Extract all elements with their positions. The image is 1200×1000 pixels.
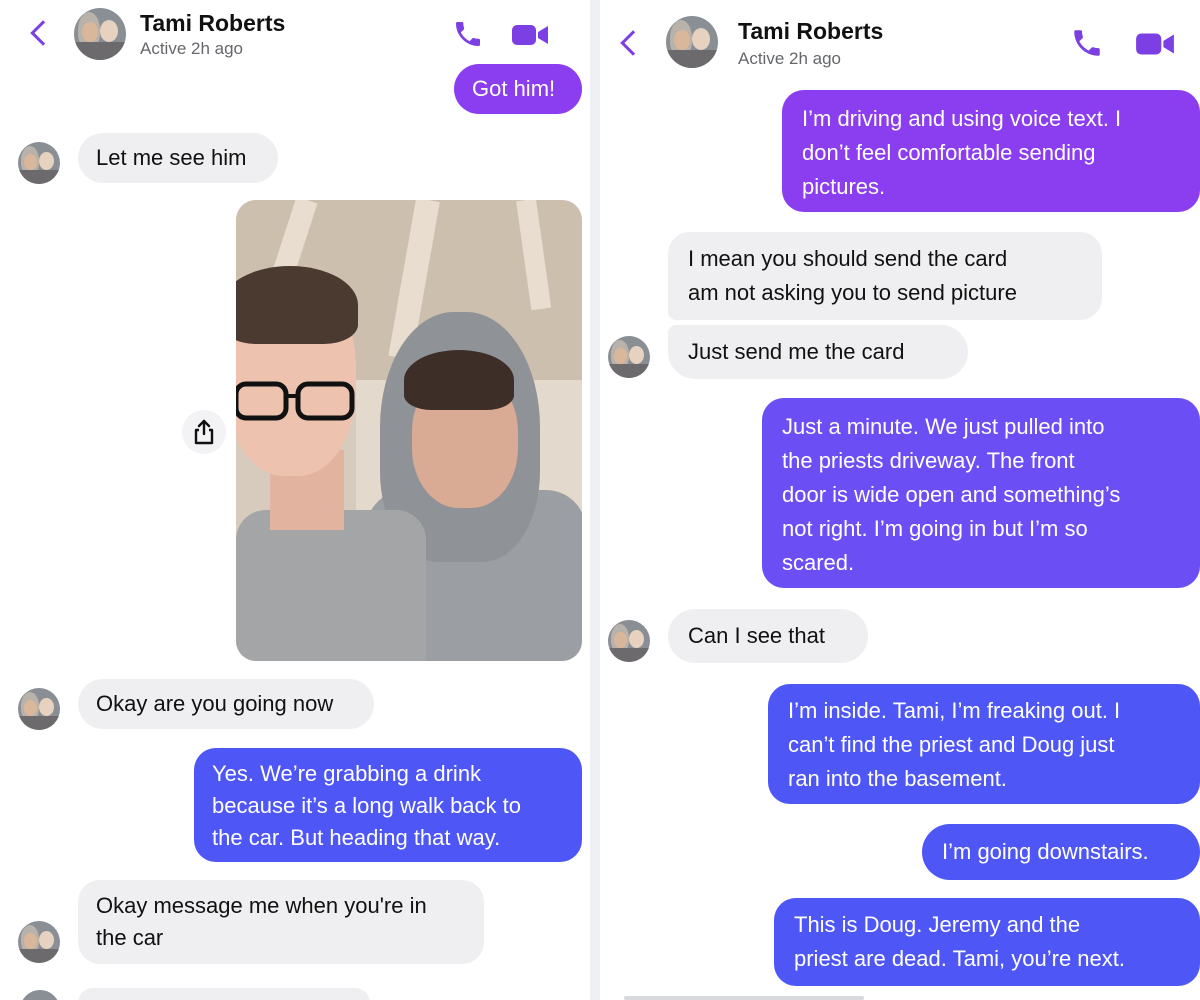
- message-line: the car. But heading that way.: [212, 825, 501, 850]
- message-line: Just a minute. We just pulled into: [782, 414, 1105, 439]
- message-line: This is Doug. Jeremy and the: [794, 912, 1081, 937]
- message-bubble-outgoing[interactable]: I’m going downstairs.: [922, 824, 1200, 880]
- message-line: I’m driving and using voice text. I: [802, 106, 1122, 131]
- message-line: I mean you should send the card: [688, 246, 1008, 271]
- message-bubble-incoming[interactable]: I mean you should send the card am not a…: [668, 232, 1102, 320]
- message-line: don’t feel comfortable sending: [802, 140, 1096, 165]
- chevron-left-icon[interactable]: [620, 30, 646, 56]
- contact-avatar[interactable]: [666, 16, 718, 68]
- message-bubble-outgoing[interactable]: I’m driving and using voice text. I don’…: [782, 90, 1200, 212]
- chevron-left-icon[interactable]: [30, 20, 56, 46]
- right-chat-screenshot: Tami Roberts Active 2h ago I’m driving a…: [600, 0, 1200, 1000]
- message-bubble-outgoing[interactable]: Yes. We’re grabbing a drink because it’s…: [194, 748, 582, 862]
- message-bubble-incoming-partial[interactable]: [78, 988, 370, 1000]
- message-bubble-outgoing[interactable]: Got him!: [454, 64, 582, 114]
- message-bubble-outgoing[interactable]: I’m inside. Tami, I’m freaking out. I ca…: [768, 684, 1200, 804]
- message-line: priest are dead. Tami, you’re next.: [794, 946, 1125, 971]
- contact-status: Active 2h ago: [738, 49, 842, 68]
- message-line: I’m inside. Tami, I’m freaking out. I: [788, 698, 1121, 723]
- left-chat-screenshot: Tami Roberts Active 2h ago Got him! Let …: [0, 0, 590, 1000]
- message-line: not right. I’m going in but I’m so: [782, 516, 1088, 541]
- share-icon[interactable]: [182, 410, 226, 454]
- sender-avatar: [608, 620, 650, 662]
- message-text: Okay are you going now: [96, 691, 334, 716]
- contact-avatar[interactable]: [74, 8, 126, 60]
- message-text: Just send me the card: [688, 339, 905, 364]
- message-bubble-incoming[interactable]: Okay are you going now: [78, 679, 374, 729]
- contact-name[interactable]: Tami Roberts: [738, 18, 883, 45]
- message-line: the car: [96, 925, 164, 950]
- message-line: am not asking you to send picture: [688, 280, 1017, 305]
- message-bubble-incoming[interactable]: Just send me the card: [668, 325, 968, 379]
- shared-photo[interactable]: [236, 200, 582, 661]
- message-line: door is wide open and something’s: [782, 482, 1121, 507]
- message-line: the priests driveway. The front: [782, 448, 1075, 473]
- chat-header: Tami Roberts Active 2h ago: [600, 0, 1200, 80]
- sender-avatar: [18, 142, 60, 184]
- sender-avatar: [20, 990, 60, 1000]
- message-text: Let me see him: [96, 145, 247, 170]
- sender-avatar: [608, 336, 650, 378]
- message-line: Yes. We’re grabbing a drink: [212, 761, 482, 786]
- message-line: scared.: [782, 550, 855, 575]
- video-camera-icon[interactable]: [510, 22, 550, 48]
- sender-avatar: [18, 921, 60, 963]
- message-text: I’m going downstairs.: [942, 839, 1149, 864]
- message-bubble-incoming[interactable]: Okay message me when you're in the car: [78, 880, 484, 964]
- phone-icon[interactable]: [1070, 26, 1104, 60]
- message-bubble-incoming[interactable]: Let me see him: [78, 133, 278, 183]
- message-line: Okay message me when you're in: [96, 893, 427, 918]
- home-indicator: [624, 996, 864, 1000]
- contact-name[interactable]: Tami Roberts: [140, 10, 285, 37]
- message-bubble-outgoing[interactable]: This is Doug. Jeremy and the priest are …: [774, 898, 1200, 986]
- message-text: Got him!: [472, 76, 556, 101]
- message-bubble-incoming[interactable]: Can I see that: [668, 609, 868, 663]
- phone-icon[interactable]: [452, 18, 484, 50]
- message-line: because it’s a long walk back to: [212, 793, 521, 818]
- message-line: can’t find the priest and Doug just: [788, 732, 1115, 757]
- message-bubble-outgoing[interactable]: Just a minute. We just pulled into the p…: [762, 398, 1200, 588]
- message-line: pictures.: [802, 174, 886, 199]
- message-line: ran into the basement.: [788, 766, 1007, 791]
- contact-status: Active 2h ago: [140, 39, 244, 58]
- message-text: Can I see that: [688, 623, 825, 648]
- sender-avatar: [18, 688, 60, 730]
- chat-header: Tami Roberts Active 2h ago: [0, 0, 590, 70]
- video-camera-icon[interactable]: [1134, 30, 1176, 58]
- panel-divider: [590, 0, 600, 1000]
